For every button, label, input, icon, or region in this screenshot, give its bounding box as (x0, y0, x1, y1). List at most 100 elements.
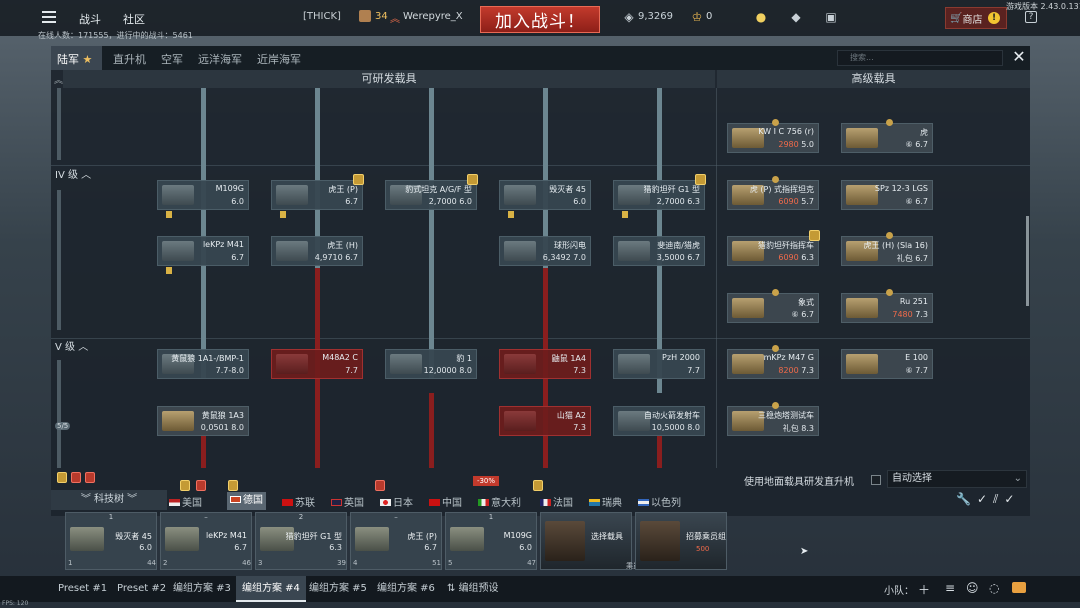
preset-tab-5[interactable]: 编组方案 #5 (303, 576, 373, 602)
rank-iv-label[interactable]: IV 级 ︿ (55, 166, 91, 181)
premium-card-elefant-p[interactable]: 象式 ⑥ 6.7 (727, 289, 819, 323)
vehicle-card-m109g[interactable]: M109G 6.0 (157, 180, 249, 218)
menu-icon[interactable] (42, 11, 56, 23)
preset-tab-3[interactable]: 编组方案 #3 (167, 576, 237, 602)
auto-select-dropdown[interactable]: 自动选择 ⌄ (887, 470, 1027, 488)
vehicle-card-tiger2h[interactable]: 虎王 (H) 4,9710 6.7 (271, 236, 363, 266)
chat-icon[interactable]: ◌ (989, 581, 999, 595)
vehicle-card-jagdpz45[interactable]: 毁灭者 45 6.0 (499, 180, 591, 218)
vehicle-card-jagdtiger-g1[interactable]: 猎豹坦歼 G1 型 2,7000 6.3 (613, 174, 706, 218)
tab-coastal-fleet[interactable]: 近岸海军 (257, 51, 301, 67)
ussr-flag-icon (282, 499, 293, 506)
premium-card-tiger-e[interactable]: 虎 ⑥ 6.7 (841, 119, 933, 153)
premium-card-tiger2h-sla[interactable]: 虎王 (H) (Sla 16) 礼包 6.7 (841, 232, 933, 266)
lightbulb-icon[interactable]: ● (754, 10, 768, 24)
crew-slot[interactable]: 2 猎豹坦歼 G1 型 6.3 3 39 (255, 512, 347, 570)
vehicle-meta: 2980 5.0 (778, 140, 814, 149)
nation-britain[interactable]: 英国 (331, 494, 364, 509)
tab-bluewater-fleet[interactable]: 远洋海军 (198, 51, 242, 67)
premium-card-tiger-p-cmd[interactable]: 虎 (P) 式指挥坦克 6090 5.7 (727, 176, 819, 210)
tab-helicopters[interactable]: 直升机 (113, 51, 146, 67)
username[interactable]: Werepyre_X (403, 11, 463, 22)
select-vehicle-slot[interactable]: 选择载具 (540, 512, 632, 570)
premium-card-mkpz-m47g[interactable]: mKPz M47 G 8200 7.3 (727, 345, 819, 379)
nav-community[interactable]: 社区 (123, 11, 145, 27)
ticket-icon[interactable]: ▣ (824, 10, 838, 24)
vehicle-name: KW I C 756 (r) (758, 127, 814, 136)
tab-ground[interactable]: 陆军 ★ (57, 51, 92, 67)
mail-icon[interactable] (1012, 582, 1026, 593)
nation-sweden[interactable]: 瑞典 (589, 494, 622, 509)
crew-slot[interactable]: 1 M109G 6.0 5 47 (445, 512, 537, 570)
nation-germany[interactable]: 德国 (227, 492, 266, 510)
close-icon[interactable]: ✕ (1011, 49, 1027, 65)
recruit-crew-slot[interactable]: 招募乘员组 500 (635, 512, 727, 570)
research-header: 可研发载具 (63, 70, 715, 88)
premium-card-ru251[interactable]: Ru 251 7480 7.3 (841, 289, 933, 323)
slot-crew-number: 4 (353, 559, 358, 567)
event-badge-icon (71, 472, 81, 483)
vehicle-card-gepard[interactable]: 球形闪电 6,3492 7.0 (499, 236, 591, 266)
vehicle-name: PzH 2000 (662, 353, 700, 362)
crew-slot[interactable]: – 虎王 (P) 6.7 4 51 (350, 512, 442, 570)
preset-tab-2[interactable]: Preset #2 (111, 576, 172, 602)
vehicle-card-marder1a3[interactable]: 黄鼠狼 1A3 0,0501 8.0 (157, 406, 249, 436)
heli-research-checkbox[interactable] (871, 475, 881, 485)
preset-tab-1[interactable]: Preset #1 (52, 576, 113, 602)
nation-italy[interactable]: 意大利 (478, 494, 521, 509)
preset-manager[interactable]: ⇅ 编组预设 (441, 576, 505, 602)
italy-flag-icon (478, 499, 489, 506)
wrench-icon[interactable]: 🔧 (956, 492, 977, 506)
check-icon[interactable]: ✓ (1004, 492, 1020, 506)
vehicle-card-lekpz-m41[interactable]: leKPz M41 6.7 (157, 236, 249, 274)
vehicle-thumbnail (162, 185, 194, 205)
premium-card-vtc-test[interactable]: 三稳炮塔测试车 礼包 8.3 (727, 402, 819, 436)
shop-button[interactable]: 🛒 商店 ! (945, 7, 1007, 29)
vehicle-card-elefant[interactable]: 斐迪南/猎虎 3,5000 6.7 (613, 236, 705, 266)
search-input[interactable]: 搜索... (837, 50, 1003, 66)
list-icon[interactable]: ≡ (945, 581, 955, 595)
crew-slot[interactable]: 1 毁灭者 45 6.0 1 44 (65, 512, 157, 570)
collapse-icon[interactable]: ︽ (54, 73, 63, 86)
recruit-crew-cost: 500 (696, 545, 710, 553)
crew-slot[interactable]: – leKPz M41 6.7 2 46 (160, 512, 252, 570)
tab-aviation[interactable]: 空军 (161, 51, 183, 67)
nation-usa[interactable]: 美国 (169, 494, 202, 509)
check-icon[interactable]: ✓ (977, 492, 993, 506)
premium-card-jagdtiger-cmd[interactable]: 猎豹坦歼指挥车 6090 6.3 (727, 230, 820, 266)
nav-battles[interactable]: 战斗 (79, 11, 101, 27)
nation-ussr[interactable]: 苏联 (282, 494, 315, 509)
sweden-flag-icon (589, 499, 600, 506)
nation-japan[interactable]: 日本 (380, 494, 413, 509)
vehicle-card-marder1a1[interactable]: 黄鼠狼 1A1-/BMP-1 7.7-8.0 (157, 349, 249, 379)
premium-badge-icon (772, 176, 779, 183)
premium-card-spz12-3lgs[interactable]: SPz 12-3 LGS ⑥ 6.7 (841, 180, 933, 210)
nation-china[interactable]: 中国 (429, 494, 462, 509)
profile-icon[interactable]: ◆ (789, 10, 803, 24)
premium-card-e100[interactable]: E 100 ⑥ 7.7 (841, 349, 933, 379)
vehicle-card-tiger2p[interactable]: 虎王 (P) 6.7 (271, 174, 364, 218)
nation-israel[interactable]: 以色列 (638, 494, 681, 509)
tree-scrollbar[interactable] (1026, 216, 1029, 306)
vehicle-card-wiesel1a4[interactable]: 鼬鼠 1A4 7.3 (499, 349, 591, 379)
friends-icon[interactable]: ☺ (966, 581, 979, 595)
rank-v-label[interactable]: V 级 ︿ (55, 338, 88, 353)
vehicle-card-m48a2c[interactable]: M48A2 C 7.7 (271, 349, 363, 379)
premium-card-kw1c756[interactable]: KW I C 756 (r) 2980 5.0 (727, 119, 819, 153)
tech-tree-toggle[interactable]: ︾ 科技树 ︾ (51, 490, 167, 510)
vehicle-card-leopard-agf[interactable]: 豹式坦克 A/G/F 型 2,7000 6.0 (385, 174, 478, 210)
nation-france[interactable]: 法国 (540, 494, 573, 509)
crew-lineup: 1 毁灭者 45 6.0 1 44 – leKPz M41 6.7 2 46 2 猎… (60, 512, 1040, 572)
vehicle-card-leopard1[interactable]: 豹 1 12,0000 8.0 (385, 349, 477, 379)
double-slash-icon[interactable]: ⫽ (993, 492, 1004, 506)
preset-tab-4[interactable]: 编组方案 #4 (236, 576, 306, 602)
crew-icon (280, 211, 286, 218)
cart-icon: 🛒 (950, 12, 963, 24)
add-squad-icon[interactable]: ＋ (918, 581, 930, 598)
help-icon[interactable]: ? (1025, 11, 1037, 23)
join-battle-button[interactable]: 加入战斗！ (480, 6, 600, 33)
vehicle-card-pzh2000[interactable]: PzH 2000 7.7 (613, 349, 705, 379)
vehicle-card-luchs-a2[interactable]: 山猫 A2 7.3 (499, 406, 591, 436)
vehicle-card-flakpz-gepard[interactable]: 自动火箭发射车 10,5000 8.0 (613, 406, 705, 436)
preset-tab-6[interactable]: 编组方案 #6 (371, 576, 441, 602)
